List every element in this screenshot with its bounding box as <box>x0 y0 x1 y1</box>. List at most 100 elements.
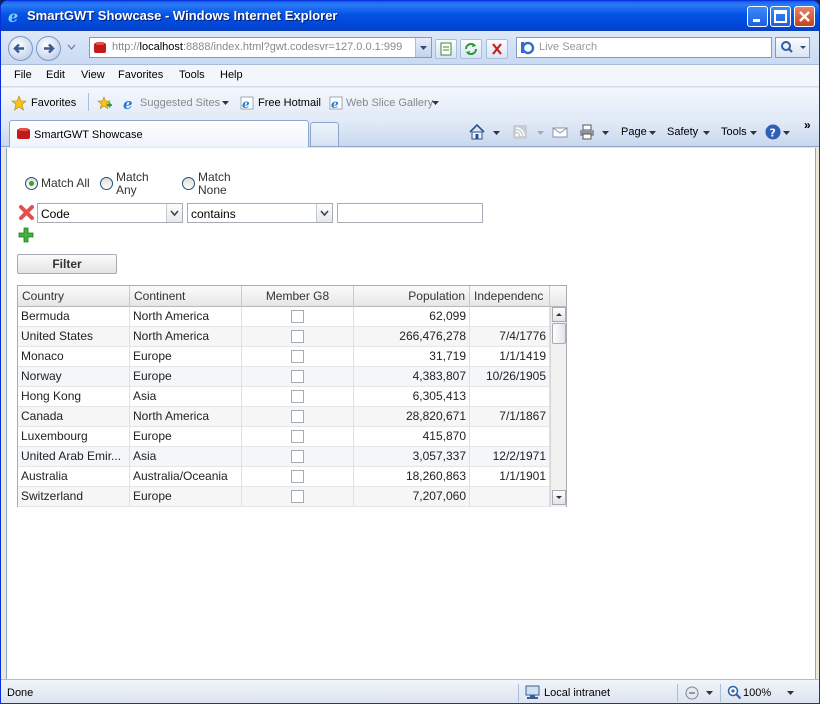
vertical-scrollbar[interactable] <box>550 307 566 507</box>
scroll-up-button[interactable] <box>552 307 566 322</box>
address-dropdown-button[interactable] <box>415 38 431 57</box>
match-all-radio[interactable] <box>25 177 38 190</box>
remove-criterion-icon[interactable] <box>18 204 35 221</box>
web-slice-gallery-link[interactable]: Web Slice Gallery <box>346 97 433 109</box>
member-g8-checkbox[interactable] <box>291 430 304 443</box>
table-row[interactable]: United Arab Emir... Asia 3,057,337 12/2/197… <box>18 447 550 467</box>
table-row[interactable]: Monaco Europe 31,719 1/1/1419 <box>18 347 550 367</box>
recent-pages-dropdown-icon[interactable] <box>67 44 76 50</box>
match-any-label-line2[interactable]: Any <box>116 184 137 197</box>
title-bar[interactable]: e SmartGWT Showcase - Windows Internet E… <box>1 1 819 31</box>
table-row[interactable]: Hong Kong Asia 6,305,413 <box>18 387 550 407</box>
feeds-icon[interactable] <box>511 123 529 141</box>
tab-smartgwt-showcase[interactable]: SmartGWT Showcase <box>9 120 309 147</box>
scroll-down-button[interactable] <box>552 490 566 505</box>
chevron-down-icon[interactable] <box>493 131 500 136</box>
member-g8-checkbox[interactable] <box>291 490 304 503</box>
chevron-down-icon[interactable] <box>703 131 710 136</box>
menu-file[interactable]: File <box>14 69 32 81</box>
read-mail-icon[interactable] <box>551 123 569 141</box>
toolbar-overflow-button[interactable]: » <box>804 118 811 132</box>
criteria-value-input[interactable] <box>337 203 483 223</box>
member-g8-checkbox[interactable] <box>291 370 304 383</box>
column-header-member-g8[interactable]: Member G8 <box>242 286 354 307</box>
chevron-down-icon[interactable] <box>787 691 794 696</box>
table-row[interactable]: United States North America 266,476,278 7/4… <box>18 327 550 347</box>
member-g8-checkbox[interactable] <box>291 350 304 363</box>
close-button[interactable] <box>794 6 815 27</box>
column-header-country[interactable]: Country <box>18 286 130 307</box>
menu-view[interactable]: View <box>81 69 105 81</box>
menu-help[interactable]: Help <box>220 69 243 81</box>
member-g8-checkbox[interactable] <box>291 390 304 403</box>
protected-mode-icon[interactable] <box>683 685 701 701</box>
status-text: Done <box>7 687 34 699</box>
favorites-button[interactable]: Favorites <box>31 97 76 109</box>
cell-independence: 7/1/1867 <box>470 407 550 427</box>
add-criterion-icon[interactable] <box>18 227 34 243</box>
table-row[interactable]: Canada North America 28,820,671 7/1/1867 <box>18 407 550 427</box>
match-none-radio[interactable] <box>182 177 195 190</box>
operator-select[interactable]: contains <box>187 203 333 223</box>
member-g8-checkbox[interactable] <box>291 410 304 423</box>
column-header-continent[interactable]: Continent <box>130 286 242 307</box>
menu-edit[interactable]: Edit <box>46 69 65 81</box>
stop-button[interactable] <box>486 39 508 59</box>
match-any-radio[interactable] <box>100 177 113 190</box>
match-none-label-line2[interactable]: None <box>198 184 227 197</box>
home-icon[interactable] <box>468 123 486 141</box>
compatibility-view-button[interactable] <box>435 39 457 59</box>
help-icon[interactable]: ? <box>764 123 782 141</box>
chevron-down-icon[interactable] <box>783 131 790 136</box>
print-icon[interactable] <box>578 123 596 141</box>
column-header-independence[interactable]: Independenc <box>470 286 550 307</box>
field-select-dropdown[interactable] <box>166 204 182 222</box>
member-g8-checkbox[interactable] <box>291 450 304 463</box>
table-row[interactable]: Luxembourg Europe 415,870 <box>18 427 550 447</box>
filter-button[interactable]: Filter <box>17 254 117 274</box>
chevron-down-icon[interactable] <box>649 131 656 136</box>
address-bar[interactable]: http://localhost:8888/index.html?gwt.cod… <box>89 37 432 58</box>
minimize-button[interactable] <box>747 6 768 27</box>
match-all-label[interactable]: Match All <box>41 177 90 190</box>
member-g8-checkbox[interactable] <box>291 330 304 343</box>
refresh-button[interactable] <box>460 39 482 59</box>
member-g8-checkbox[interactable] <box>291 310 304 323</box>
suggested-sites-link[interactable]: Suggested Sites <box>140 97 220 109</box>
menu-tools[interactable]: Tools <box>179 69 205 81</box>
refresh-icon <box>465 43 477 55</box>
add-to-favorites-bar-icon[interactable] <box>96 95 112 111</box>
page-menu[interactable]: Page <box>621 126 647 138</box>
forward-button[interactable] <box>36 36 61 61</box>
chevron-down-icon[interactable] <box>432 101 439 106</box>
address-url[interactable]: http://localhost:8888/index.html?gwt.cod… <box>112 41 402 53</box>
back-button[interactable] <box>8 36 33 61</box>
svg-text:?: ? <box>770 127 776 140</box>
table-row[interactable]: Switzerland Europe 7,207,060 <box>18 487 550 507</box>
table-row[interactable]: Bermuda North America 62,099 <box>18 307 550 327</box>
free-hotmail-link[interactable]: Free Hotmail <box>258 97 321 109</box>
favorites-separator <box>88 93 89 111</box>
chevron-down-icon[interactable] <box>750 131 757 136</box>
security-zone-label[interactable]: Local intranet <box>544 687 610 699</box>
table-row[interactable]: Norway Europe 4,383,807 10/26/1905 <box>18 367 550 387</box>
search-box[interactable]: Live Search <box>516 37 772 58</box>
chevron-down-icon[interactable] <box>537 131 544 136</box>
operator-select-dropdown[interactable] <box>316 204 332 222</box>
member-g8-checkbox[interactable] <box>291 470 304 483</box>
tools-menu[interactable]: Tools <box>721 126 747 138</box>
field-select[interactable]: Code <box>37 203 183 223</box>
menu-favorites[interactable]: Favorites <box>118 69 163 81</box>
search-button[interactable] <box>775 37 810 58</box>
safety-menu[interactable]: Safety <box>667 126 698 138</box>
chevron-down-icon[interactable] <box>222 101 229 106</box>
zoom-level[interactable]: 100% <box>743 687 771 699</box>
scroll-thumb[interactable] <box>552 323 566 344</box>
status-separator <box>518 684 519 702</box>
table-row[interactable]: Australia Australia/Oceania 18,260,863 1/1/… <box>18 467 550 487</box>
new-tab-button[interactable] <box>310 122 339 146</box>
chevron-down-icon[interactable] <box>706 691 713 696</box>
column-header-population[interactable]: Population <box>354 286 470 307</box>
chevron-down-icon[interactable] <box>602 131 609 136</box>
maximize-button[interactable] <box>770 6 791 27</box>
